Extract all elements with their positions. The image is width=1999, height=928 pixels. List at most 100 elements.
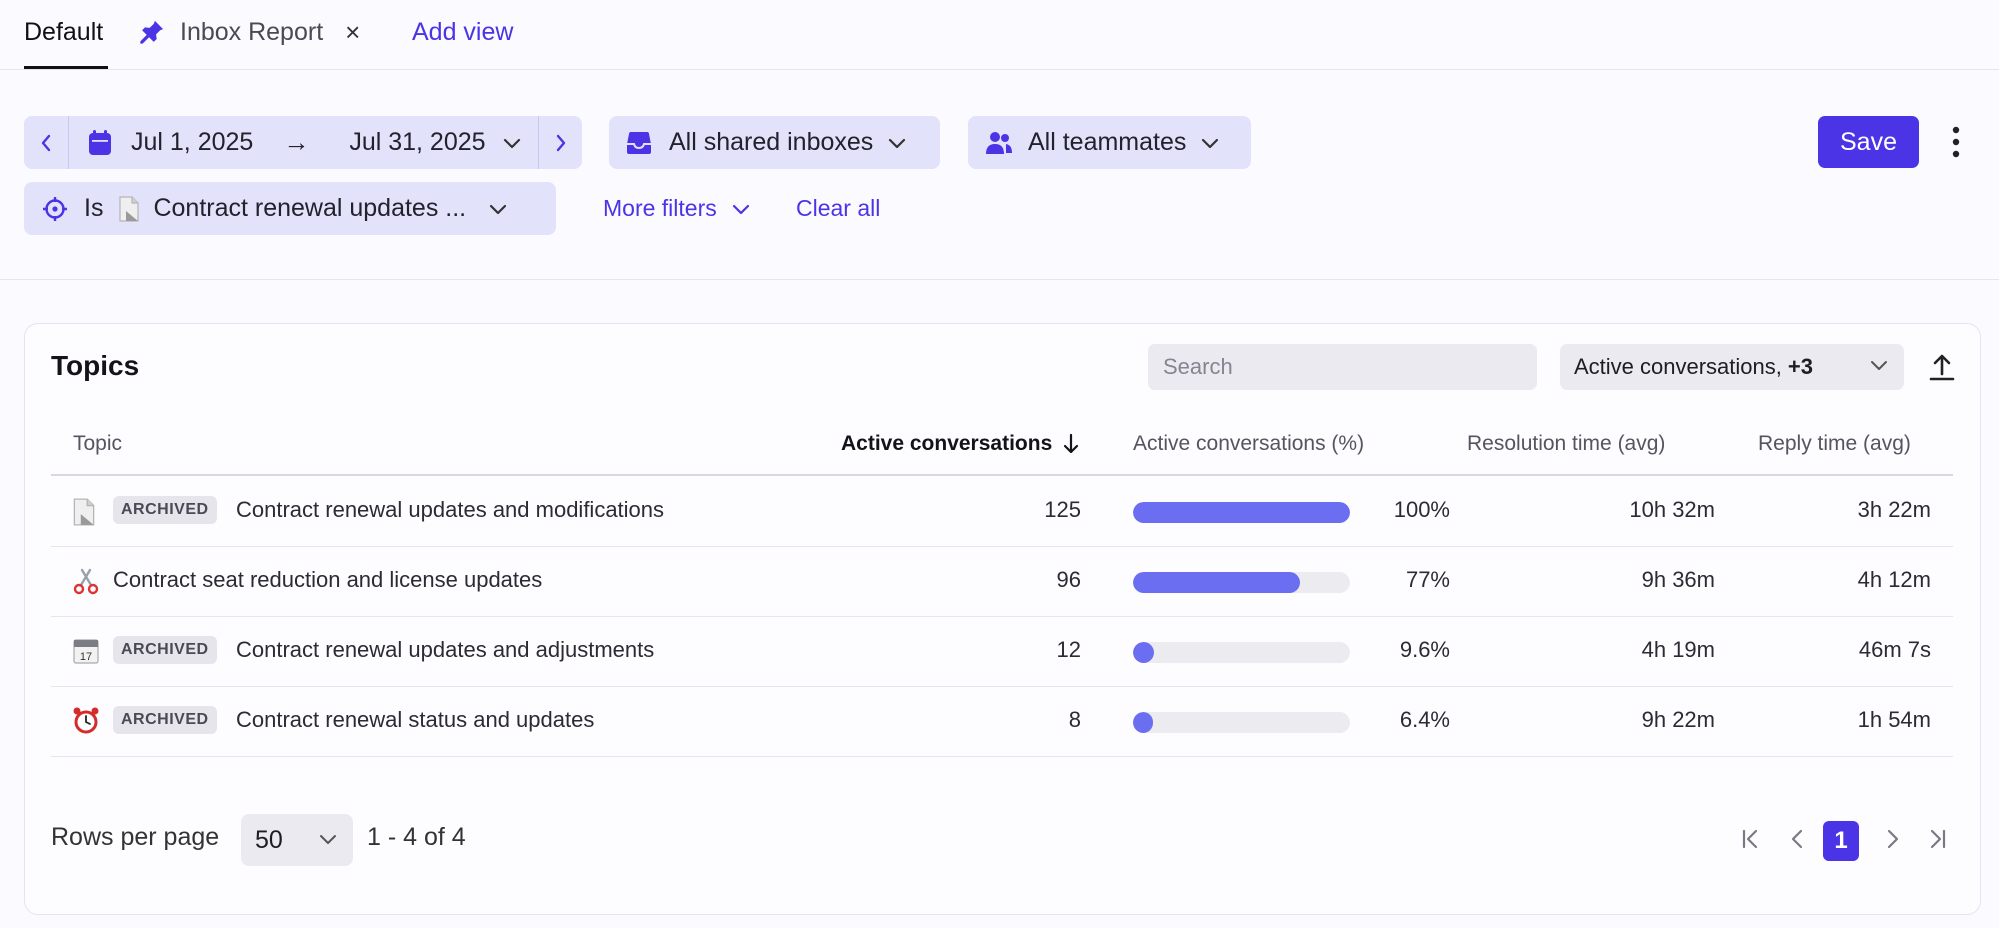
archived-badge: ARCHIVED: [113, 636, 217, 664]
last-page-button[interactable]: [1921, 823, 1953, 855]
calendar-icon: [89, 129, 111, 155]
active-tab-indicator: [24, 66, 108, 69]
next-period-button[interactable]: [539, 116, 582, 169]
table-row[interactable]: ARCHIVED Contract renewal status and upd…: [51, 687, 1953, 757]
column-header-topic[interactable]: Topic: [73, 432, 122, 456]
more-filters-button[interactable]: More filters: [603, 195, 751, 222]
tab-inbox-report-label: Inbox Report: [180, 18, 324, 46]
tab-inbox-report[interactable]: Inbox Report ×: [138, 16, 360, 48]
column-header-topic-label: Topic: [73, 432, 123, 455]
date-range-field[interactable]: Jul 1, 2025 → Jul 31, 2025: [69, 116, 538, 169]
active-percent: 77%: [1405, 567, 1450, 592]
archived-badge: ARCHIVED: [113, 496, 217, 524]
previous-page-button[interactable]: [1781, 823, 1813, 855]
column-header-reply-time[interactable]: Reply time (avg): [1758, 432, 1911, 456]
topic-name: Contract renewal updates and adjustments: [236, 637, 655, 662]
arrow-right-icon: →: [283, 127, 310, 157]
chevron-down-icon: [490, 204, 507, 214]
topic-filter-dropdown[interactable]: Is Contract renewal updates ...: [24, 182, 556, 235]
chevron-down-icon: [503, 138, 520, 148]
next-page-button[interactable]: [1877, 823, 1909, 855]
column-header-resolution-time[interactable]: Resolution time (avg): [1467, 432, 1665, 456]
topic-name: Contract renewal updates and modificatio…: [236, 497, 665, 522]
resolution-time: 9h 36m: [1641, 567, 1715, 592]
topic-filter-operator: Is: [84, 194, 104, 222]
date-start: Jul 1, 2025: [131, 128, 254, 156]
close-icon[interactable]: ×: [345, 16, 360, 48]
reply-time: 4h 12m: [1857, 567, 1931, 592]
reply-time: 46m 7s: [1858, 637, 1931, 662]
resolution-time: 4h 19m: [1641, 637, 1715, 662]
clear-all-label: Clear all: [796, 195, 881, 221]
column-header-reply-label: Reply time (avg): [1758, 432, 1911, 455]
teammates-filter-dropdown[interactable]: All teammates: [968, 116, 1251, 169]
view-tab-bar: Default Inbox Report × Add view: [0, 0, 1999, 70]
tab-default[interactable]: Default: [24, 16, 103, 48]
alarm-clock-icon: [73, 707, 99, 734]
people-icon: [986, 131, 1012, 154]
column-header-active-pct-label: Active conversations (%): [1133, 432, 1365, 455]
topics-card: Topics Active conversations, +3 Topic Ac…: [24, 323, 1981, 915]
document-page-icon: [73, 498, 95, 526]
active-percent-bar-fill: [1133, 642, 1154, 663]
date-end: Jul 31, 2025: [349, 128, 486, 156]
active-percent-bar-fill: [1133, 712, 1153, 733]
current-page-number: 1: [1834, 827, 1848, 854]
column-selector-dropdown[interactable]: Active conversations, +3: [1560, 344, 1904, 390]
column-header-active-conversations[interactable]: Active conversations: [841, 432, 1080, 456]
save-button[interactable]: Save: [1818, 116, 1919, 168]
active-count: 96: [1056, 567, 1081, 592]
column-header-active-percent[interactable]: Active conversations (%): [1133, 432, 1364, 456]
inbox-tray-icon: [627, 131, 651, 154]
pagination-range: 1 - 4 of 4: [367, 823, 466, 851]
export-icon[interactable]: [1927, 352, 1957, 382]
date-range-picker: Jul 1, 2025 → Jul 31, 2025: [24, 116, 582, 169]
pin-icon: [140, 20, 164, 44]
chevron-down-icon: [1202, 138, 1219, 148]
last-page-icon: [1930, 829, 1946, 849]
active-percent: 100%: [1393, 497, 1450, 522]
document-page-icon: [119, 195, 140, 222]
tab-default-label: Default: [24, 18, 104, 46]
inbox-filter-dropdown[interactable]: All shared inboxes: [609, 116, 940, 169]
filter-bar: Jul 1, 2025 → Jul 31, 2025 All shared in…: [0, 70, 1999, 280]
more-options-icon[interactable]: [1946, 124, 1966, 160]
active-percent-bar: [1133, 712, 1350, 733]
active-count: 125: [1044, 497, 1081, 522]
clear-all-link[interactable]: Clear all: [796, 195, 880, 222]
more-filters-label: More filters: [603, 195, 717, 221]
rows-per-page-label: Rows per page: [51, 823, 220, 851]
reply-time: 3h 22m: [1857, 497, 1931, 522]
chevron-right-icon: [556, 134, 565, 151]
active-percent-bar-fill: [1133, 572, 1301, 593]
first-page-button[interactable]: [1735, 823, 1767, 855]
rows-per-page-select[interactable]: 50: [241, 814, 353, 866]
crosshair-icon: [43, 196, 67, 221]
table-row[interactable]: Contract seat reduction and license upda…: [51, 547, 1953, 617]
active-percent-bar: [1133, 642, 1350, 663]
add-view-link[interactable]: Add view: [412, 16, 513, 48]
previous-period-button[interactable]: [24, 116, 68, 169]
arrow-down-icon: [1064, 433, 1079, 454]
active-percent: 6.4%: [1399, 707, 1450, 732]
column-selector-extra: +3: [1787, 354, 1813, 379]
table-row[interactable]: ARCHIVED Contract renewal updates and mo…: [51, 477, 1953, 547]
teammates-filter-label: All teammates: [1028, 128, 1187, 156]
reply-time: 1h 54m: [1857, 707, 1931, 732]
search-input[interactable]: [1148, 344, 1537, 390]
active-percent-bar: [1133, 502, 1350, 523]
active-percent: 9.6%: [1399, 637, 1450, 662]
active-count: 12: [1056, 637, 1081, 662]
active-count: 8: [1068, 707, 1081, 732]
current-page-button[interactable]: 1: [1823, 821, 1859, 861]
resolution-time: 10h 32m: [1629, 497, 1715, 522]
inbox-filter-label: All shared inboxes: [669, 128, 874, 156]
chevron-left-icon: [1791, 829, 1803, 849]
archived-badge: ARCHIVED: [113, 706, 217, 734]
table-row[interactable]: 17 ARCHIVED Contract renewal updates and…: [51, 617, 1953, 687]
first-page-icon: [1742, 829, 1758, 849]
chevron-down-icon: [320, 835, 336, 844]
card-title: Topics: [51, 350, 140, 381]
add-view-label: Add view: [412, 18, 514, 46]
table-header: Topic Active conversations Active conver…: [51, 414, 1953, 476]
